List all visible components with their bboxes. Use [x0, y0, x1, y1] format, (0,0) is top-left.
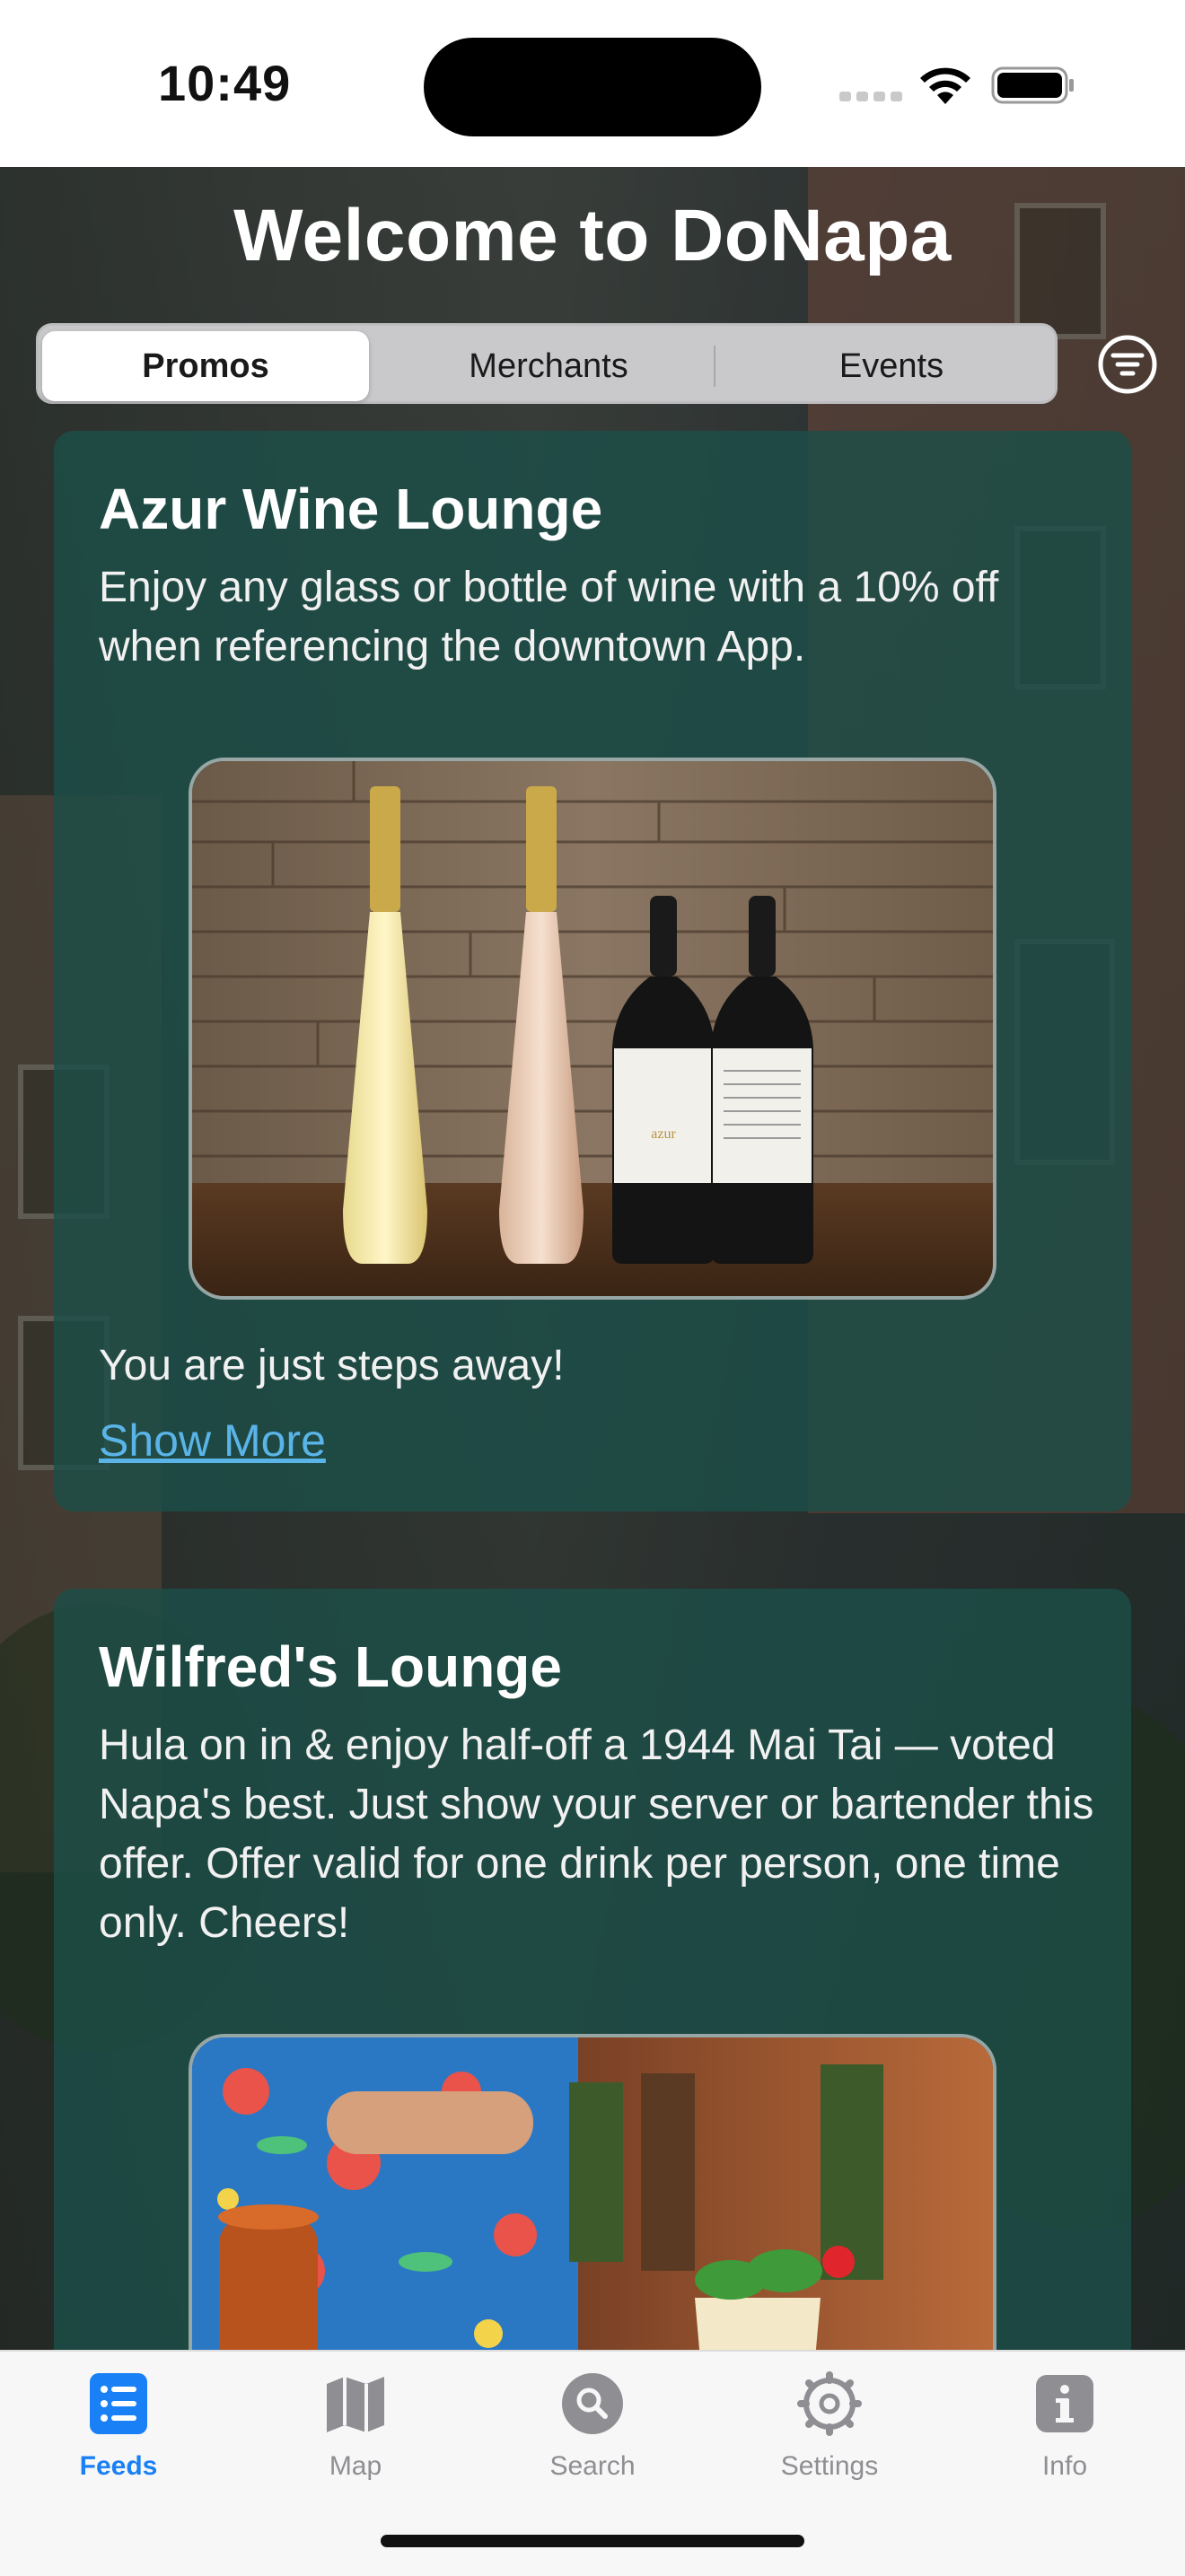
- bartender-cocktail-image: [192, 2037, 993, 2396]
- promo-footer-text: You are just steps away!: [99, 1342, 565, 1389]
- promo-description: Enjoy any glass or bottle of wine with a…: [99, 564, 999, 670]
- promo-title: Azur Wine Lounge: [99, 477, 603, 541]
- segment-merchants[interactable]: Merchants: [385, 331, 712, 401]
- promo-description: Hula on in & enjoy half-off a 1944 Mai T…: [99, 1722, 1094, 1947]
- tab-label: Map: [329, 2451, 382, 2481]
- tab-feeds[interactable]: Feeds: [29, 2371, 208, 2482]
- dynamic-island: [424, 38, 761, 136]
- promo-card[interactable]: Wilfred's Lounge Hula on in & enjoy half…: [54, 1589, 1131, 2396]
- battery-icon: [991, 66, 1074, 104]
- wifi-icon: [920, 67, 970, 104]
- gear-icon: [797, 2371, 862, 2436]
- status-time: 10:49: [158, 55, 292, 111]
- segment-divider: [714, 346, 715, 387]
- cellular-signal-icon: [839, 90, 908, 106]
- promo-image[interactable]: [189, 2034, 996, 2396]
- segment-events[interactable]: Events: [728, 331, 1055, 401]
- wine-bottles-image: azur: [192, 761, 993, 1296]
- filter-icon[interactable]: [1097, 334, 1158, 395]
- tab-map[interactable]: Map: [266, 2371, 445, 2482]
- bottle-label-text: azur: [651, 1126, 676, 1142]
- status-bar: 10:49: [0, 0, 1185, 167]
- tab-label: Feeds: [79, 2451, 158, 2481]
- tab-search[interactable]: Search: [503, 2371, 682, 2482]
- promo-title: Wilfred's Lounge: [99, 1634, 562, 1699]
- segment-promos[interactable]: Promos: [42, 331, 369, 401]
- home-indicator: [381, 2535, 804, 2547]
- tab-label: Info: [1041, 2451, 1088, 2481]
- feed-segmented-control: Promos Merchants Events: [36, 323, 1058, 404]
- tab-label: Settings: [780, 2451, 879, 2481]
- promo-card[interactable]: Azur Wine Lounge Enjoy any glass or bott…: [54, 431, 1131, 1511]
- tab-label: Search: [549, 2451, 636, 2481]
- page-title: Welcome to DoNapa: [233, 195, 952, 276]
- list-icon: [90, 2373, 147, 2434]
- tab-settings[interactable]: Settings: [740, 2371, 919, 2482]
- promo-image[interactable]: azur: [189, 758, 996, 1300]
- info-icon: [1036, 2375, 1093, 2432]
- map-icon: [327, 2377, 384, 2432]
- show-more-link[interactable]: Show More: [99, 1415, 326, 1467]
- tab-info[interactable]: Info: [975, 2371, 1154, 2482]
- search-icon: [562, 2373, 623, 2434]
